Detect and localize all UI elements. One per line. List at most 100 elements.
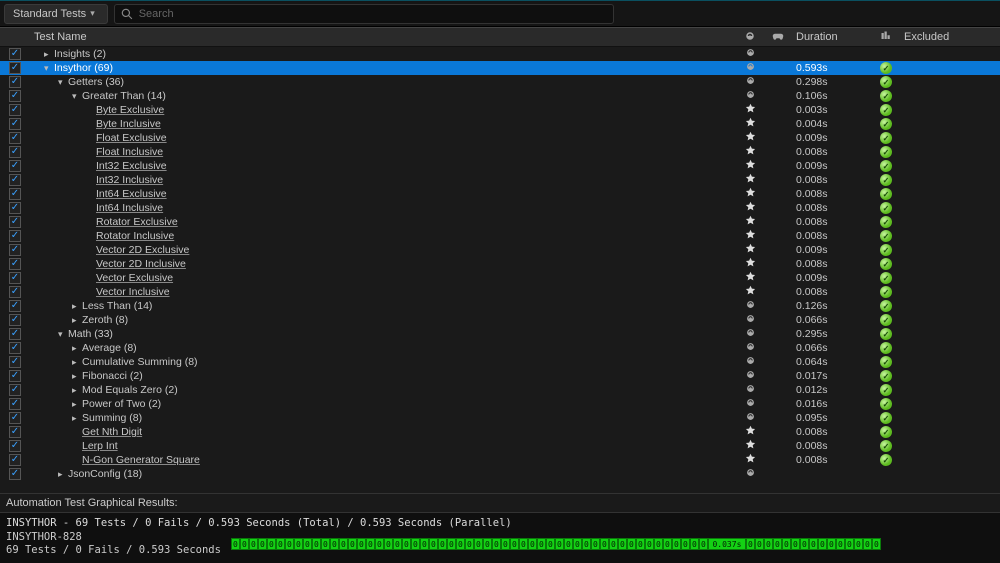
- row-label[interactable]: Rotator Inclusive: [96, 230, 174, 242]
- row-label[interactable]: JsonConfig (18): [68, 468, 142, 480]
- row-checkbox[interactable]: [9, 440, 21, 452]
- test-tree[interactable]: ▸Insights (2)▾Insythor (69)0.593s▾Getter…: [0, 47, 1000, 493]
- tree-row[interactable]: Vector 2D Inclusive0.008s: [0, 257, 1000, 271]
- expander-open-icon[interactable]: ▾: [58, 329, 68, 340]
- row-label[interactable]: Vector Exclusive: [96, 272, 173, 284]
- row-checkbox[interactable]: [9, 412, 21, 424]
- row-checkbox[interactable]: [9, 328, 21, 340]
- row-label[interactable]: Float Exclusive: [96, 132, 167, 144]
- row-checkbox[interactable]: [9, 230, 21, 242]
- row-label[interactable]: Byte Inclusive: [96, 118, 161, 130]
- row-checkbox[interactable]: [9, 468, 21, 480]
- row-checkbox[interactable]: [9, 300, 21, 312]
- row-checkbox[interactable]: [9, 118, 21, 130]
- row-checkbox[interactable]: [9, 244, 21, 256]
- tree-row[interactable]: Int64 Inclusive0.008s: [0, 201, 1000, 215]
- row-label[interactable]: Float Inclusive: [96, 146, 163, 158]
- row-label[interactable]: Power of Two (2): [82, 398, 161, 410]
- row-checkbox[interactable]: [9, 132, 21, 144]
- row-label[interactable]: Fibonacci (2): [82, 370, 143, 382]
- tree-row[interactable]: Vector Inclusive0.008s: [0, 285, 1000, 299]
- test-preset-dropdown[interactable]: Standard Tests ▾: [4, 4, 108, 24]
- row-label[interactable]: Vector 2D Inclusive: [96, 258, 186, 270]
- row-label[interactable]: Mod Equals Zero (2): [82, 384, 178, 396]
- expander-closed-icon[interactable]: ▸: [72, 343, 82, 354]
- tree-row[interactable]: Int32 Exclusive0.009s: [0, 159, 1000, 173]
- expander-open-icon[interactable]: ▾: [44, 63, 54, 74]
- tree-row[interactable]: Float Exclusive0.009s: [0, 131, 1000, 145]
- tree-row[interactable]: ▾Greater Than (14)0.106s: [0, 89, 1000, 103]
- expander-closed-icon[interactable]: ▸: [72, 315, 82, 326]
- row-label[interactable]: Int32 Inclusive: [96, 174, 163, 186]
- expander-closed-icon[interactable]: ▸: [72, 301, 82, 312]
- row-checkbox[interactable]: [9, 426, 21, 438]
- col-excluded[interactable]: Excluded: [900, 31, 1000, 43]
- row-label[interactable]: Int64 Inclusive: [96, 202, 163, 214]
- row-label[interactable]: Average (8): [82, 342, 137, 354]
- row-label[interactable]: Vector Inclusive: [96, 286, 170, 298]
- tree-row[interactable]: ▸Summing (8)0.095s: [0, 411, 1000, 425]
- row-label[interactable]: Greater Than (14): [82, 90, 166, 102]
- tree-row[interactable]: Float Inclusive0.008s: [0, 145, 1000, 159]
- tree-row[interactable]: Vector Exclusive0.009s: [0, 271, 1000, 285]
- row-label[interactable]: Cumulative Summing (8): [82, 356, 198, 368]
- col-controller-icon[interactable]: [764, 30, 792, 45]
- row-label[interactable]: Int64 Exclusive: [96, 188, 167, 200]
- col-test-name[interactable]: Test Name: [30, 31, 736, 43]
- row-checkbox[interactable]: [9, 62, 21, 74]
- expander-open-icon[interactable]: ▾: [58, 77, 68, 88]
- tree-row[interactable]: Int32 Inclusive0.008s: [0, 173, 1000, 187]
- tree-row[interactable]: Rotator Inclusive0.008s: [0, 229, 1000, 243]
- row-checkbox[interactable]: [9, 384, 21, 396]
- col-status-icon[interactable]: [872, 30, 900, 45]
- row-checkbox[interactable]: [9, 90, 21, 102]
- search-input[interactable]: [139, 8, 607, 20]
- row-checkbox[interactable]: [9, 216, 21, 228]
- row-label[interactable]: Getters (36): [68, 76, 124, 88]
- tree-row[interactable]: N-Gon Generator Square0.008s: [0, 453, 1000, 467]
- row-label[interactable]: Math (33): [68, 328, 113, 340]
- row-label[interactable]: Vector 2D Exclusive: [96, 244, 189, 256]
- row-label[interactable]: Zeroth (8): [82, 314, 128, 326]
- tree-row[interactable]: ▸Average (8)0.066s: [0, 341, 1000, 355]
- row-checkbox[interactable]: [9, 370, 21, 382]
- row-label[interactable]: N-Gon Generator Square: [82, 454, 200, 466]
- row-label[interactable]: Summing (8): [82, 412, 142, 424]
- tree-row[interactable]: ▸JsonConfig (18): [0, 467, 1000, 481]
- tree-row[interactable]: ▸Cumulative Summing (8)0.064s: [0, 355, 1000, 369]
- expander-closed-icon[interactable]: ▸: [72, 357, 82, 368]
- row-checkbox[interactable]: [9, 146, 21, 158]
- row-checkbox[interactable]: [9, 104, 21, 116]
- row-checkbox[interactable]: [9, 160, 21, 172]
- expander-closed-icon[interactable]: ▸: [58, 469, 68, 480]
- tree-row[interactable]: Vector 2D Exclusive0.009s: [0, 243, 1000, 257]
- row-checkbox[interactable]: [9, 202, 21, 214]
- expander-closed-icon[interactable]: ▸: [44, 49, 54, 60]
- row-checkbox[interactable]: [9, 286, 21, 298]
- row-checkbox[interactable]: [9, 48, 21, 60]
- expander-closed-icon[interactable]: ▸: [72, 413, 82, 424]
- row-label[interactable]: Lerp Int: [82, 440, 118, 452]
- tree-row[interactable]: ▾Math (33)0.295s: [0, 327, 1000, 341]
- tree-row[interactable]: Byte Exclusive0.003s: [0, 103, 1000, 117]
- row-checkbox[interactable]: [9, 398, 21, 410]
- row-checkbox[interactable]: [9, 356, 21, 368]
- row-label[interactable]: Int32 Exclusive: [96, 160, 167, 172]
- expander-open-icon[interactable]: ▾: [72, 91, 82, 102]
- row-label[interactable]: Insythor (69): [54, 62, 113, 74]
- row-label[interactable]: Rotator Exclusive: [96, 216, 178, 228]
- tree-row[interactable]: ▸Mod Equals Zero (2)0.012s: [0, 383, 1000, 397]
- tree-row[interactable]: ▸Zeroth (8)0.066s: [0, 313, 1000, 327]
- tree-row[interactable]: Rotator Exclusive0.008s: [0, 215, 1000, 229]
- tree-row[interactable]: Int64 Exclusive0.008s: [0, 187, 1000, 201]
- row-checkbox[interactable]: [9, 258, 21, 270]
- tree-row[interactable]: Byte Inclusive0.004s: [0, 117, 1000, 131]
- tree-row[interactable]: ▸Insights (2): [0, 47, 1000, 61]
- tree-row[interactable]: ▾Insythor (69)0.593s: [0, 61, 1000, 75]
- row-label[interactable]: Byte Exclusive: [96, 104, 164, 116]
- col-smoke-icon[interactable]: [736, 30, 764, 45]
- expander-closed-icon[interactable]: ▸: [72, 385, 82, 396]
- col-duration[interactable]: Duration: [792, 31, 872, 43]
- row-label[interactable]: Get Nth Digit: [82, 426, 142, 438]
- tree-row[interactable]: ▸Less Than (14)0.126s: [0, 299, 1000, 313]
